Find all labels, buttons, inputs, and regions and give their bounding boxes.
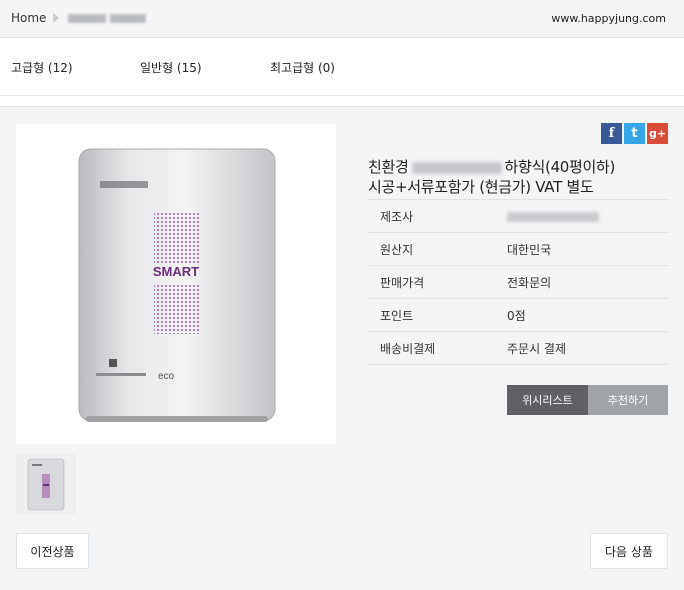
info-value-manufacturer-blurred <box>507 209 668 223</box>
info-key: 포인트 <box>380 308 414 323</box>
next-product-button[interactable]: 다음 상품 <box>590 533 668 569</box>
info-value: 0점 <box>507 308 526 323</box>
info-row-points: 포인트 0점 <box>368 299 668 332</box>
wishlist-button[interactable]: 위시리스트 <box>507 385 588 415</box>
category-standard[interactable]: 일반형 (15) <box>140 59 202 76</box>
product-title-suffix: 하향식(40평이하) <box>504 158 616 176</box>
info-value: 대한민국 <box>507 242 552 257</box>
product-title-prefix: 친환경 <box>368 158 409 176</box>
product-detail-panel: SMART eco f t g+ 친환경 하향식(40평이하) 시공+서류포함가 … <box>0 106 684 590</box>
site-url[interactable]: www.happyjung.com <box>551 12 666 25</box>
breadcrumb-arrow-icon <box>53 13 59 23</box>
product-title-line2: 시공+서류포함가 (현금가) VAT 별도 <box>368 178 594 196</box>
product-info-table: 제조사 원산지 대한민국 판매가격 전화문의 포인트 0점 배송비결제 주문시 … <box>368 199 668 365</box>
info-value: 전화문의 <box>507 275 552 290</box>
info-value: 주문시 결제 <box>507 341 567 356</box>
product-main-image: SMART eco <box>16 124 336 444</box>
twitter-share-icon[interactable]: t <box>624 123 645 144</box>
breadcrumb-home-link[interactable]: Home <box>11 11 46 25</box>
category-top-premium[interactable]: 최고급형 (0) <box>270 59 335 76</box>
info-row-shipping: 배송비결제 주문시 결제 <box>368 332 668 365</box>
category-bar: 고급형 (12) 일반형 (15) 최고급형 (0) <box>0 38 684 96</box>
google-plus-share-icon[interactable]: g+ <box>647 123 668 144</box>
recommend-button[interactable]: 추천하기 <box>588 385 668 415</box>
info-key: 원산지 <box>380 242 414 257</box>
category-premium[interactable]: 고급형 (12) <box>11 59 73 76</box>
breadcrumb-current-blurred[interactable] <box>68 13 154 23</box>
facebook-share-icon[interactable]: f <box>601 123 622 144</box>
breadcrumb-bar: Home www.happyjung.com <box>0 0 684 38</box>
product-image-label: SMART <box>153 264 199 279</box>
share-buttons: f t g+ <box>601 123 668 144</box>
product-title-blurred <box>411 161 502 174</box>
info-key: 판매가격 <box>380 275 425 290</box>
product-title: 친환경 하향식(40평이하) 시공+서류포함가 (현금가) VAT 별도 <box>368 157 673 197</box>
info-row-origin: 원산지 대한민국 <box>368 233 668 266</box>
product-thumbnail[interactable] <box>16 454 76 514</box>
info-row-manufacturer: 제조사 <box>368 200 668 233</box>
info-key: 배송비결제 <box>380 341 436 356</box>
info-row-price: 판매가격 전화문의 <box>368 266 668 299</box>
info-key: 제조사 <box>380 209 414 224</box>
prev-product-button[interactable]: 이전상품 <box>16 533 89 569</box>
product-image-brand: eco <box>158 371 175 382</box>
